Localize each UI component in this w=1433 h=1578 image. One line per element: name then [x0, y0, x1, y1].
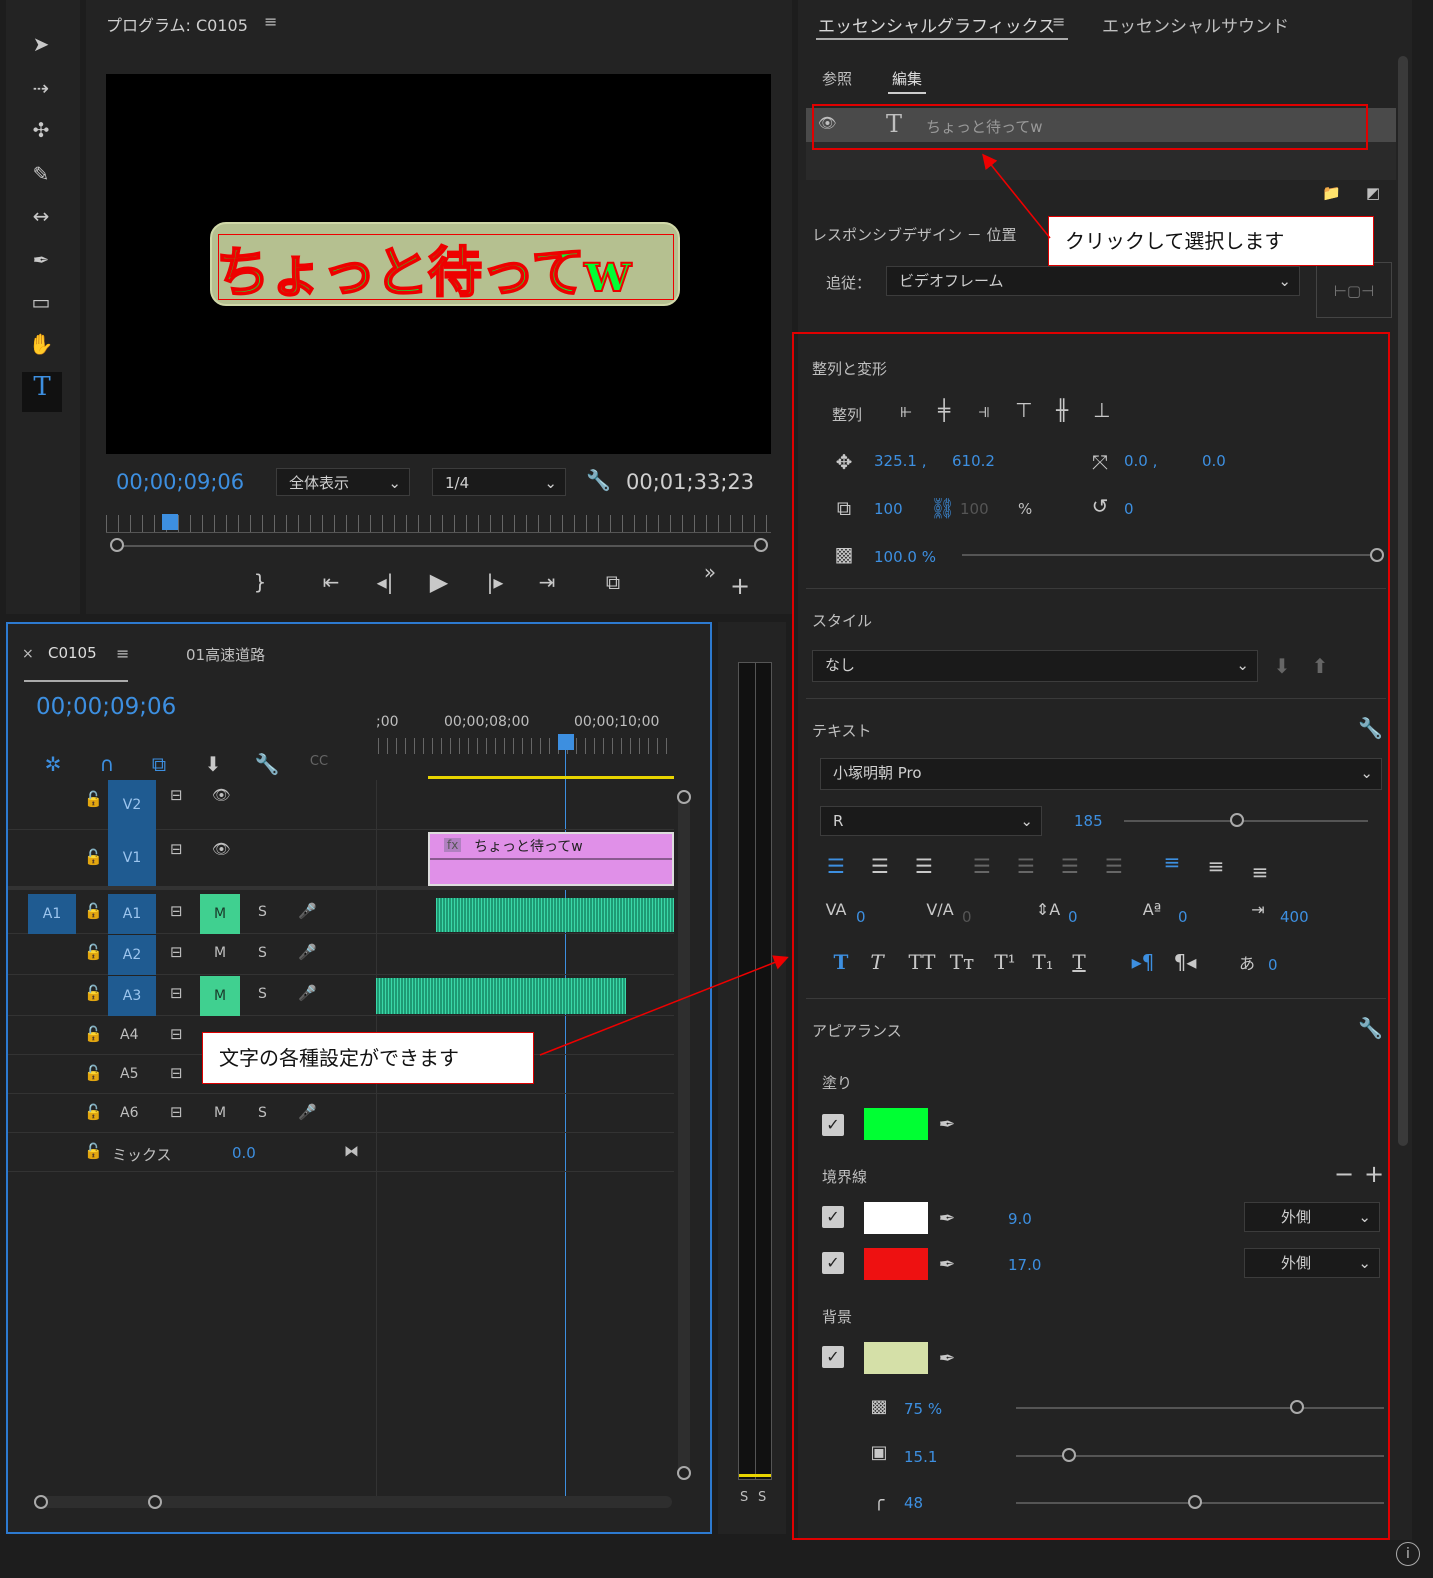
arrow-to-settings: [539, 955, 789, 1056]
arrow-to-layer: [982, 153, 1051, 239]
annotation-arrows: [539, 153, 1051, 1056]
